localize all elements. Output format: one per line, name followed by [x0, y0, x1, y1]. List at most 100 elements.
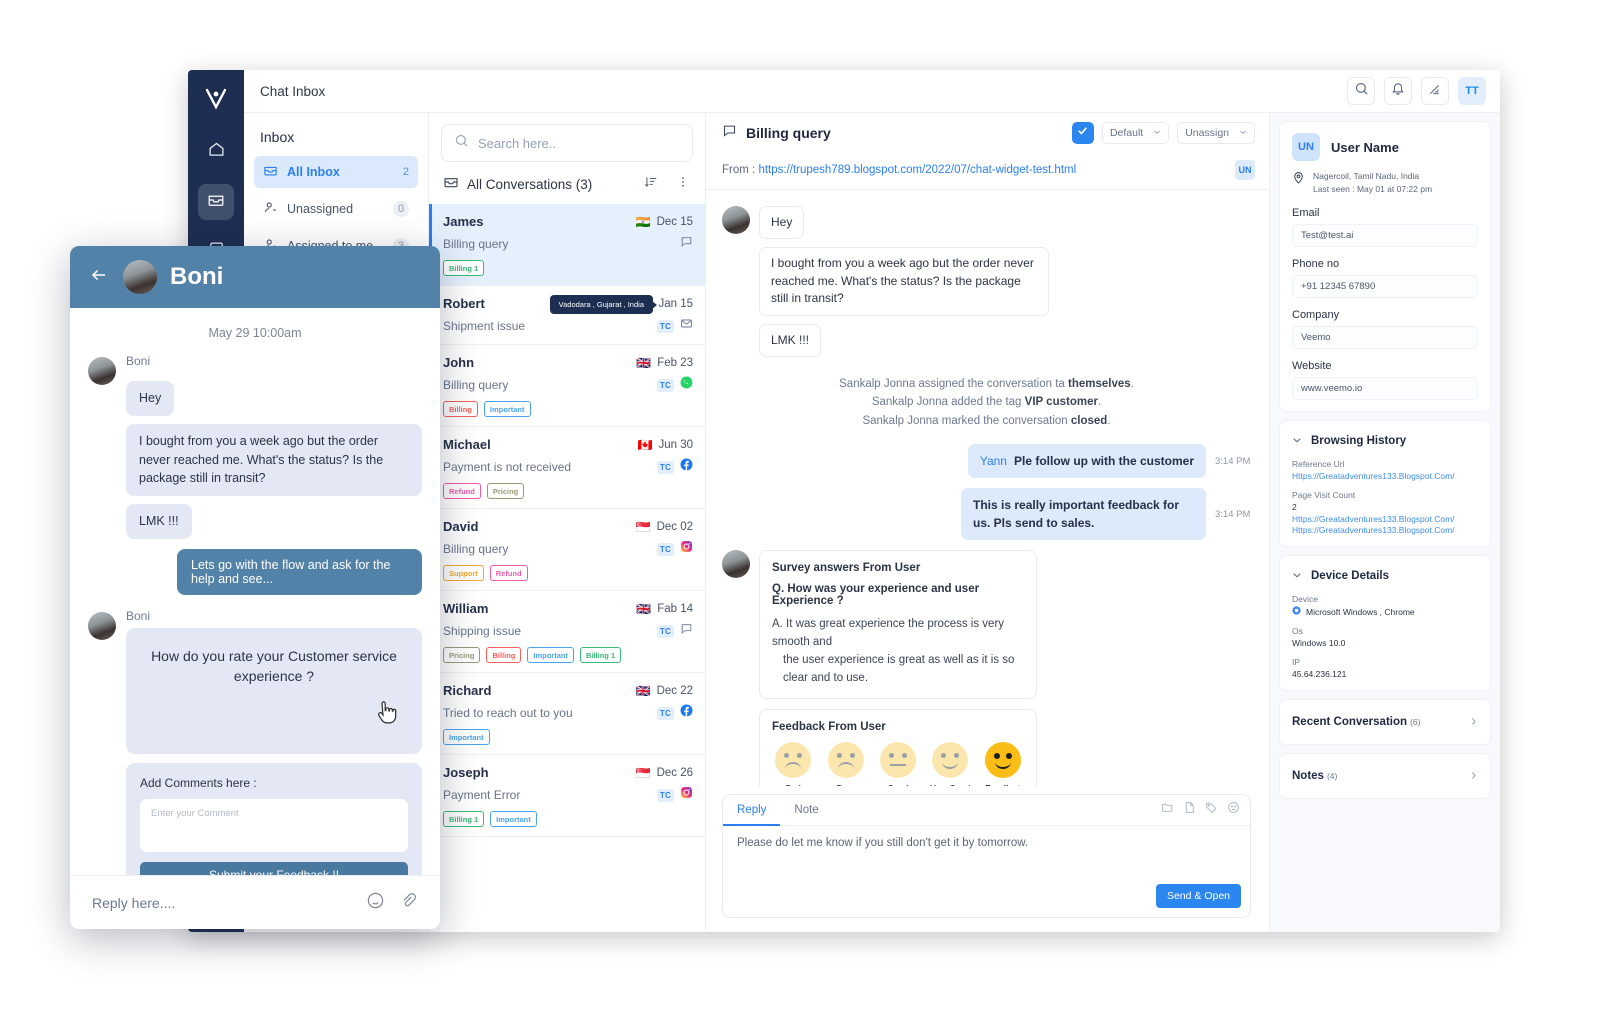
notifications-button[interactable]	[1384, 77, 1412, 105]
website-field[interactable]: www.veemo.io	[1292, 377, 1478, 401]
search-button[interactable]	[1347, 77, 1375, 105]
search-box[interactable]	[441, 124, 693, 162]
field-label-phone: Phone no	[1292, 258, 1340, 271]
device-details-header[interactable]: Device Details	[1292, 567, 1478, 585]
tag-chip[interactable]: Refund	[443, 483, 481, 499]
feedback-option[interactable]: Very Good	[929, 742, 971, 786]
message-bubble: This is really important feedback for us…	[961, 488, 1206, 541]
sender-name: Yann	[979, 454, 1007, 469]
conversation-subject: Shipment issue	[443, 319, 526, 333]
conversation-list: James 🇮🇳 Dec 15 Billing query Billing 1 Rober…	[429, 204, 705, 932]
tag-chip[interactable]: Billing	[486, 647, 522, 663]
conversation-list-item[interactable]: William 🇬🇧 Fab 14 Shipping issue TC Pricing Bi…	[429, 591, 705, 673]
phone-field[interactable]: +91 12345 67890	[1292, 275, 1478, 299]
conversation-list-item[interactable]: Michael 🇨🇦 Jun 30 Payment is not received TC…	[429, 427, 705, 509]
tag-chip[interactable]: Important	[443, 729, 490, 745]
rail-item-inbox[interactable]	[198, 184, 234, 220]
tag-icon[interactable]	[1205, 801, 1218, 819]
conversation-list-item[interactable]: Joseph 🇸🇬 Dec 26 Payment Error TC Billing 1 Im…	[429, 755, 705, 837]
contact-details-panel: UN User Name Nagercoil, Tamil Nadu, Indi…	[1270, 113, 1500, 932]
country-flag-icon: 🇬🇧	[635, 683, 651, 698]
folder-icon[interactable]	[1161, 801, 1174, 819]
survey-answer: A. It was great experience the process i…	[772, 616, 1024, 687]
feedback-option[interactable]: Excellent	[982, 742, 1024, 786]
tag-chip[interactable]: Billing 1	[579, 647, 622, 663]
conversation-list-item[interactable]: John 🇬🇧 Feb 23 Billing query TC Billing Import…	[429, 345, 705, 427]
country-flag-icon: 🇬🇧	[636, 355, 652, 370]
conversation-meta: 🇬🇧 Fab 14	[636, 603, 693, 615]
contact-card: UN User Name Nagercoil, Tamil Nadu, Indi…	[1279, 121, 1491, 413]
sidebar-item-unassigned[interactable]: Unassigned 0	[254, 193, 418, 225]
tag-chip[interactable]: Billing	[443, 401, 478, 417]
composer-textarea[interactable]: Please do let me know if you still don't…	[723, 826, 1250, 884]
emoji-icon[interactable]	[1227, 801, 1240, 819]
source-url-link[interactable]: https://trupesh789.blogspot.com/2022/07/…	[758, 164, 1076, 176]
conversation-list-item[interactable]: RobertVadodara , Gujarat , India🇮🇳Jan 15…	[429, 286, 705, 345]
inbox-icon	[207, 191, 225, 214]
sort-button[interactable]	[639, 172, 663, 196]
recent-conversation-row: Recent Conversation (6)	[1292, 713, 1478, 731]
conversation-list-item[interactable]: Richard 🇬🇧 Dec 22 Tried to reach out to you…	[429, 673, 705, 755]
veemo-logo	[188, 78, 244, 120]
avatar	[123, 260, 157, 294]
contact-header: UN User Name	[1292, 133, 1478, 161]
tag-chip[interactable]: Support	[443, 565, 484, 581]
tc-badge: TC	[656, 319, 674, 333]
conversation-list-item[interactable]: James 🇮🇳 Dec 15 Billing query Billing 1	[429, 204, 705, 286]
tag-chip[interactable]: Pricing	[443, 647, 481, 663]
reference-url-value[interactable]: Https://Greatadventures133.Blogspot.Com/	[1292, 471, 1478, 481]
email-field[interactable]: Test@test.ai	[1292, 224, 1478, 248]
recent-conversation-card[interactable]: Recent Conversation (6)	[1279, 699, 1491, 746]
tag-chip[interactable]: Billing 1	[443, 811, 485, 827]
attachment-icon[interactable]	[399, 891, 418, 915]
visited-url[interactable]: Https://Greatadventures133.Blogspot.Com/	[1292, 514, 1478, 524]
feedback-option[interactable]: Good	[877, 742, 919, 786]
sidebar-item-all-inbox[interactable]: All Inbox 2	[254, 156, 418, 188]
company-field[interactable]: Veemo	[1292, 326, 1478, 350]
more-options-button[interactable]	[671, 172, 695, 196]
assign-select[interactable]: Unassign	[1177, 122, 1255, 144]
file-icon[interactable]	[1183, 801, 1196, 819]
conversation-list-item[interactable]: David 🇸🇬 Dec 02 Billing query TC Support Refun…	[429, 509, 705, 591]
composer: Reply Note Please do let me know if you …	[722, 794, 1251, 918]
signal-button[interactable]	[1421, 77, 1449, 105]
user-avatar[interactable]: TT	[1458, 77, 1486, 105]
flat-face-icon	[880, 742, 917, 779]
default-select[interactable]: Default	[1101, 122, 1170, 144]
tab-reply[interactable]: Reply	[723, 795, 781, 826]
tag-chip[interactable]: Billing 1	[443, 260, 485, 276]
widget-comment-input[interactable]: Enter your Comment	[140, 798, 408, 852]
tc-badge: TC	[656, 706, 674, 720]
submit-feedback-button[interactable]: Submit your Feedback !!	[140, 861, 408, 875]
search-input[interactable]	[478, 135, 680, 151]
conversation-list-header: All Conversations (3)	[429, 168, 705, 204]
emoji-icon[interactable]	[366, 891, 385, 915]
chevron-right-icon	[1469, 767, 1478, 785]
notes-card[interactable]: Notes (4)	[1279, 753, 1491, 800]
tab-note[interactable]: Note	[780, 795, 832, 826]
tag-chip[interactable]: Refund	[489, 565, 528, 581]
conversation-date: Jun 30	[658, 438, 693, 451]
tc-badge: TC	[656, 542, 674, 556]
system-event-tail: .	[1130, 377, 1134, 390]
system-event-bold: VIP customer	[1024, 396, 1098, 409]
feedback-option[interactable]: Poor	[824, 742, 866, 786]
tag-chip[interactable]: Important	[483, 401, 531, 417]
resolve-button[interactable]	[1071, 122, 1094, 144]
location-tooltip: Vadodara , Gujarat , India	[549, 295, 658, 314]
conversation-row-top: David 🇸🇬 Dec 02	[443, 519, 693, 534]
widget-reply-input[interactable]: Reply here....	[92, 895, 352, 911]
send-and-open-button[interactable]: Send & Open	[1155, 884, 1241, 908]
visited-url[interactable]: Https://Greatadventures133.Blogspot.Com/	[1292, 525, 1478, 535]
back-arrow-icon[interactable]	[88, 266, 110, 288]
chat-icon	[680, 622, 693, 640]
sidebar-item-label: All Inbox	[287, 165, 340, 179]
tag-chip[interactable]: Pricing	[486, 483, 525, 499]
feedback-option[interactable]: Bad	[772, 742, 814, 786]
tag-chip[interactable]: Important	[527, 647, 574, 663]
rail-item-home[interactable]	[198, 134, 234, 170]
tag-chip[interactable]: Important	[490, 811, 537, 827]
tag-list: Billing 1	[443, 260, 693, 276]
browsing-history-header[interactable]: Browsing History	[1292, 432, 1478, 450]
conversation-subject: Billing query	[443, 237, 509, 251]
